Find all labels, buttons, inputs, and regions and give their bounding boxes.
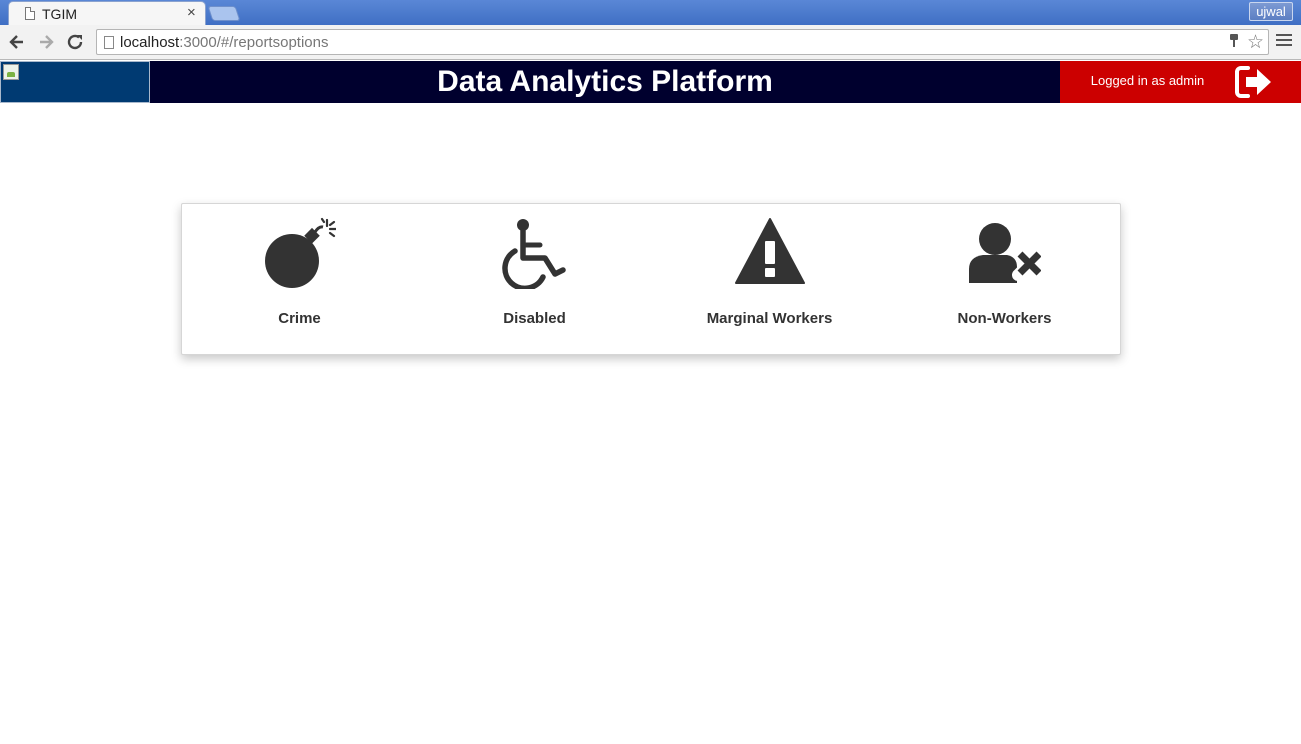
tab-title: TGIM [42,6,77,22]
warning-icon [735,218,805,284]
forward-button[interactable] [35,31,57,53]
url-host: localhost [120,34,180,51]
browser-tab[interactable]: TGIM × [8,1,206,25]
login-status: Logged in as admin [1090,73,1205,88]
option-label: Marginal Workers [706,310,833,327]
browser-tab-strip: TGIM × ujwal [0,0,1301,25]
chrome-menu-icon[interactable] [1276,34,1292,48]
close-tab-icon[interactable]: × [187,5,196,21]
address-bar[interactable]: localhost:3000/#/reportsoptions ☆ [96,29,1269,55]
page-info-icon [104,36,114,49]
report-option-disabled[interactable]: Disabled [417,204,652,354]
report-option-crime[interactable]: Crime [182,204,417,354]
wheelchair-icon [502,219,566,289]
user-panel: Logged in as admin [1060,61,1301,103]
logout-button[interactable] [1234,65,1274,99]
browser-toolbar: localhost:3000/#/reportsoptions ☆ [0,25,1301,60]
bomb-icon [265,217,336,288]
reload-button[interactable] [64,31,86,53]
option-label: Disabled [503,310,566,327]
report-option-non-workers[interactable]: Non-Workers [887,204,1122,354]
back-button[interactable] [6,31,28,53]
user-times-icon [969,223,1041,283]
new-tab-button[interactable] [207,6,241,21]
password-key-icon[interactable] [1229,34,1239,51]
option-label: Crime [278,310,321,327]
report-option-marginal-workers[interactable]: Marginal Workers [652,204,887,354]
report-options-card: Crime Disabled Marginal Workers Non-Work… [181,203,1121,355]
profile-button[interactable]: ujwal [1249,2,1293,21]
app-header: Data Analytics Platform Logged in as adm… [0,61,1301,103]
sign-out-icon [1235,66,1271,98]
page-title: Data Analytics Platform [437,65,773,98]
url-text: localhost:3000/#/reportsoptions [120,34,328,51]
page-icon [25,7,35,20]
bookmark-star-icon[interactable]: ☆ [1247,31,1264,54]
logo [0,61,150,103]
broken-image-icon [3,64,19,80]
forward-arrow-icon [40,35,54,49]
back-arrow-icon [9,35,23,49]
url-path: :3000/#/reportsoptions [179,34,329,51]
option-label: Non-Workers [957,310,1052,327]
reload-icon [67,34,83,50]
